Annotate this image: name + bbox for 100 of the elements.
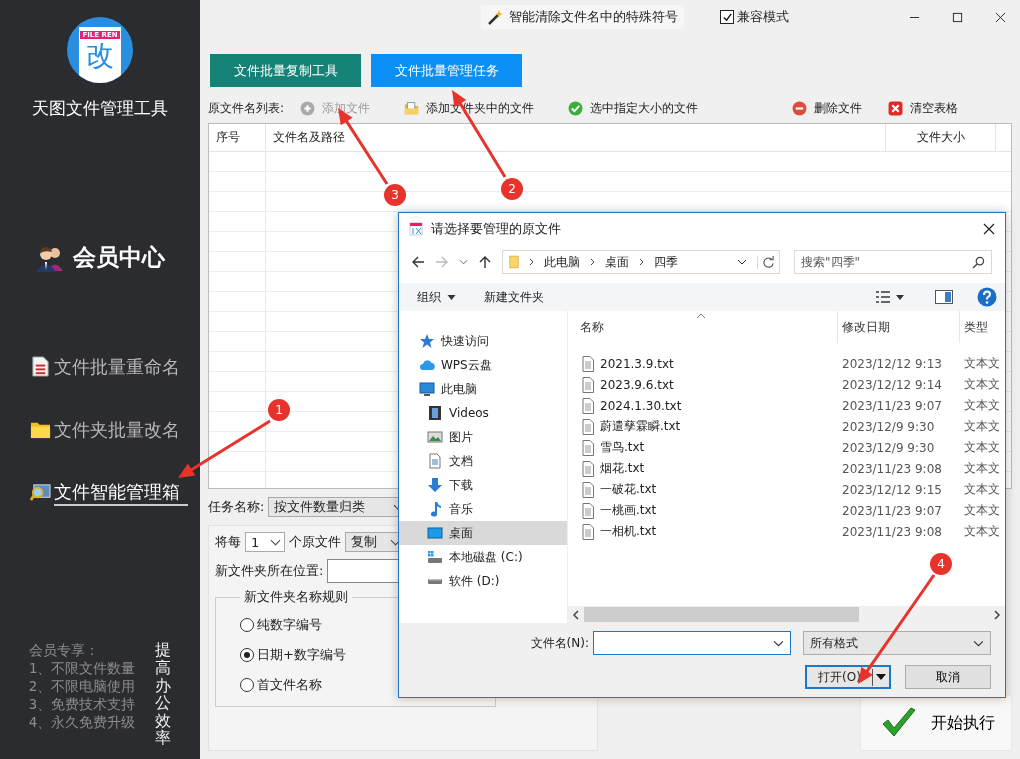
open-button[interactable]: 打开(O)	[805, 665, 891, 689]
toolbar-action[interactable]: 选中指定大小的文件	[568, 99, 699, 117]
sort-caret-icon	[696, 313, 706, 319]
breadcrumb[interactable]: 桌面	[605, 253, 629, 271]
file-type: 文本文	[963, 481, 1001, 498]
magnifier-icon	[30, 482, 51, 503]
address-bar[interactable]: 此电脑 桌面 四季	[502, 250, 780, 274]
file-type-select[interactable]: 所有格式	[803, 631, 991, 655]
chevron-icon[interactable]	[737, 259, 747, 265]
radio-button[interactable]	[240, 678, 254, 692]
file-date: 2023/12/9 9:30	[841, 440, 936, 455]
text-file-icon	[582, 460, 594, 477]
help-icon[interactable]	[977, 287, 997, 307]
compat-mode-checkbox[interactable]: 兼容模式	[720, 8, 789, 26]
column-header[interactable]: 类型	[960, 311, 1005, 343]
text-file-icon	[582, 523, 594, 540]
member-center-link[interactable]: 会员中心	[35, 242, 165, 273]
file-name[interactable]: 烟花.txt	[600, 460, 645, 477]
maximize-icon[interactable]	[952, 11, 963, 23]
horizontal-scrollbar[interactable]	[568, 606, 1005, 623]
nav-item[interactable]: 图片	[399, 425, 567, 449]
file-date: 2023/12/12 9:14	[841, 377, 943, 392]
column-header: 文件大小	[886, 124, 996, 151]
radio-option[interactable]: 日期+数字编号	[240, 640, 495, 670]
count-select[interactable]: 1	[245, 532, 285, 552]
text-file-icon	[582, 397, 594, 414]
close-icon[interactable]	[995, 11, 1006, 23]
chevron-icon[interactable]	[773, 639, 784, 647]
file-type: 文本文	[963, 376, 1001, 393]
clean-symbols-link[interactable]: 智能清除文件名中的特殊符号	[481, 5, 684, 29]
organize-menu[interactable]: 组织	[417, 288, 456, 306]
text-file-icon	[582, 376, 594, 393]
folder-icon	[509, 254, 519, 270]
file-name[interactable]: 蔚遣孳霖瞬.txt	[600, 418, 681, 435]
folder-icon	[404, 100, 420, 116]
file-date: 2023/11/23 9:07	[841, 503, 943, 518]
start-button[interactable]: 开始执行	[860, 695, 1012, 751]
picture-icon	[427, 429, 443, 445]
preview-pane-icon[interactable]	[935, 290, 953, 304]
radio-button[interactable]	[240, 618, 254, 632]
file-date: 2023/11/23 9:08	[841, 461, 943, 476]
toolbar-action[interactable]: 删除文件	[792, 99, 863, 117]
nav-item[interactable]: 下载	[399, 473, 567, 497]
file-name[interactable]: 一桃画.txt	[600, 502, 657, 519]
text-file-icon	[582, 502, 594, 519]
search-icon	[972, 256, 985, 269]
add-icon	[300, 100, 316, 116]
search-field[interactable]: 搜索"四季"	[794, 250, 992, 274]
file-type: 文本文	[963, 397, 1001, 414]
chevron-icon	[639, 258, 644, 266]
file-name[interactable]: 2024.1.30.txt	[600, 398, 682, 413]
column-header: 序号	[209, 124, 266, 151]
slogan: 提高办公效率	[155, 641, 172, 747]
group-title: 新文件夹名称规则	[243, 588, 349, 606]
text-file-icon	[582, 355, 594, 372]
check-icon	[568, 100, 584, 116]
nav-item[interactable]: WPS云盘	[399, 353, 567, 377]
location-label: 新文件夹所在位置:	[215, 562, 324, 580]
file-name[interactable]: 雪鸟.txt	[600, 439, 645, 456]
magic-wand-icon	[487, 9, 503, 25]
nav-item[interactable]: 此电脑	[399, 377, 567, 401]
nav-item[interactable]: Videos	[399, 401, 567, 425]
file-name[interactable]: 2023.9.6.txt	[600, 377, 674, 392]
star-icon	[419, 333, 435, 349]
column-header[interactable]: 修改日期	[838, 311, 960, 343]
file-name[interactable]: 一破花.txt	[600, 481, 657, 498]
nav-item[interactable]: 软件 (D:)	[399, 569, 567, 593]
radio-button[interactable]	[240, 648, 254, 662]
nav-item[interactable]: 快速访问	[399, 329, 567, 353]
file-name[interactable]: 一相机.txt	[600, 523, 657, 540]
back-icon[interactable]	[411, 255, 425, 269]
nav-item[interactable]: 文档	[399, 449, 567, 473]
file-list-label: 原文件名列表:	[208, 99, 285, 117]
task-name-label: 任务名称:	[208, 498, 265, 516]
logo-glyph: 改	[86, 39, 114, 73]
radio-option[interactable]: 首文件名称	[240, 670, 495, 700]
column-header[interactable]: 名称	[576, 311, 838, 343]
sidebar-item[interactable]: 文件智能管理箱	[30, 477, 188, 508]
file-type: 文本文	[963, 460, 1001, 477]
caret-icon[interactable]	[873, 674, 889, 680]
close-icon[interactable]	[983, 223, 995, 235]
sidebar-item[interactable]: 文件夹批量改名	[30, 414, 180, 445]
checkbox[interactable]	[720, 10, 734, 24]
new-folder-button[interactable]: 新建文件夹	[484, 288, 544, 306]
text-file-icon	[582, 481, 594, 498]
up-icon[interactable]	[478, 255, 492, 269]
file-name-field[interactable]	[593, 631, 791, 655]
document-icon	[30, 356, 51, 377]
tab[interactable]: 文件批量复制工具	[210, 54, 361, 87]
breadcrumb[interactable]: 四季	[654, 253, 678, 271]
toolbar-action[interactable]: 清空表格	[888, 99, 959, 117]
cancel-button[interactable]: 取消	[905, 665, 991, 689]
sidebar-item[interactable]: 文件批量重命名	[30, 351, 180, 382]
drive-icon	[427, 549, 443, 565]
view-options-icon[interactable]	[873, 290, 907, 304]
nav-item[interactable]: 桌面	[399, 521, 567, 545]
breadcrumb[interactable]: 此电脑	[544, 253, 580, 271]
file-name[interactable]: 2021.3.9.txt	[600, 356, 674, 371]
radio-option[interactable]: 纯数字编号	[240, 610, 495, 640]
clear-icon	[888, 100, 904, 116]
